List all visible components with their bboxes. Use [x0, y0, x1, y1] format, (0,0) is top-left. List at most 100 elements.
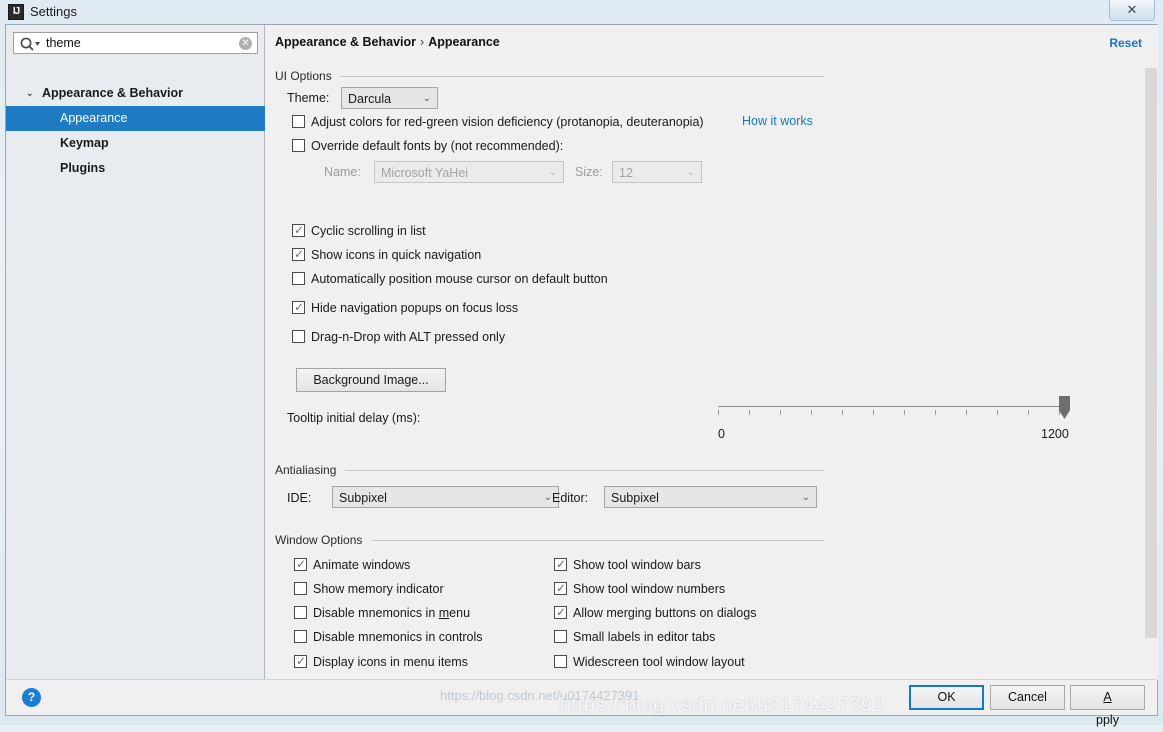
sidebar-item-label: Appearance	[60, 111, 128, 125]
slider-tick	[842, 410, 843, 415]
background-image-button[interactable]: Background Image...	[296, 368, 446, 392]
section-window-options: Window Options	[275, 533, 824, 547]
theme-value: Darcula	[348, 92, 392, 106]
checkbox-label: Show icons in quick navigation	[311, 248, 482, 262]
search-input[interactable]	[44, 33, 234, 53]
checkbox-box[interactable]: ✓	[294, 557, 307, 571]
font-size-dropdown[interactable]: 12 ⌄	[612, 161, 702, 183]
checkbox-box[interactable]	[292, 330, 305, 343]
scrollbar-thumb[interactable]	[1145, 68, 1157, 638]
slider-min-label: 0	[718, 427, 725, 441]
button-label: Cancel	[1008, 690, 1047, 704]
checkbox-box[interactable]: ✓	[554, 581, 567, 595]
how-it-works-link[interactable]: How it works	[742, 114, 813, 128]
breadcrumb-root[interactable]: Appearance & Behavior	[275, 35, 416, 49]
chevron-down-icon: ⌄	[686, 167, 695, 178]
checkbox-box[interactable]: ✓	[292, 300, 305, 314]
chevron-down-icon: ⌄	[801, 492, 810, 503]
checkbox-label: Disable mnemonics in menu	[313, 606, 471, 620]
checkbox-box[interactable]: ✓	[292, 247, 305, 261]
checkbox-box[interactable]	[554, 630, 567, 643]
font-size-value: 12	[619, 166, 633, 180]
ide-antialiasing-value: Subpixel	[339, 491, 387, 505]
tooltip-delay-slider[interactable]	[718, 406, 1066, 407]
settings-sidebar: ✕ ⌄ Appearance & Behavior Appearance Key…	[6, 25, 265, 680]
checkbox-box[interactable]	[554, 655, 567, 668]
section-antialiasing: Antialiasing	[275, 463, 824, 477]
editor-antialiasing-dropdown[interactable]: Subpixel ⌄	[604, 486, 817, 508]
close-icon[interactable]: ✕	[1109, 0, 1155, 21]
vertical-scrollbar[interactable]	[1144, 65, 1158, 680]
section-ui-options: UI Options	[275, 69, 824, 83]
checkbox-box[interactable]	[292, 139, 305, 152]
checkbox-label: Allow merging buttons on dialogs	[573, 606, 757, 620]
slider-thumb[interactable]	[1059, 396, 1070, 419]
slider-tick	[718, 410, 719, 415]
sidebar-item-label: Plugins	[60, 161, 106, 175]
sidebar-item-appearance-and-behavior[interactable]: ⌄ Appearance & Behavior	[6, 81, 265, 106]
checkbox-box[interactable]	[294, 630, 307, 643]
chevron-right-icon: ›	[420, 35, 425, 49]
window-title: Settings	[30, 4, 77, 19]
checkbox-box[interactable]	[292, 272, 305, 285]
checkbox-label: Disable mnemonics in controls	[313, 630, 483, 644]
background-watermark-top	[150, 2, 1150, 24]
sidebar-item-appearance[interactable]: Appearance	[6, 106, 265, 131]
check-icon: ✓	[294, 247, 305, 261]
button-label: Apply	[1096, 690, 1119, 727]
check-icon: ✓	[294, 300, 305, 314]
editor-antialiasing-label: Editor:	[552, 491, 589, 505]
slider-tick	[873, 410, 874, 415]
checkbox-label: Widescreen tool window layout	[573, 655, 745, 669]
slider-tick	[780, 410, 781, 415]
checkbox-box[interactable]	[294, 582, 307, 595]
slider-tick	[811, 410, 812, 415]
section-label: Window Options	[275, 533, 363, 547]
checkbox-box[interactable]: ✓	[292, 223, 305, 237]
theme-dropdown[interactable]: Darcula ⌄	[341, 87, 438, 109]
chevron-down-icon: ⌄	[422, 93, 431, 104]
checkbox-label: Animate windows	[313, 558, 411, 572]
sidebar-item-plugins[interactable]: Plugins	[6, 156, 265, 181]
checkbox-label: Show tool window bars	[573, 558, 701, 572]
sidebar-item-keymap[interactable]: Keymap	[6, 131, 265, 156]
checkbox-label: Show tool window numbers	[573, 582, 726, 596]
font-name-dropdown[interactable]: Microsoft YaHei ⌄	[374, 161, 564, 183]
settings-window: IJ Settings ✕ ✕ ⌄ Appearance & Behavior …	[0, 0, 1163, 727]
tooltip-delay-label: Tooltip initial delay (ms):	[287, 411, 421, 425]
ide-antialiasing-dropdown[interactable]: Subpixel ⌄	[332, 486, 559, 508]
search-icon[interactable]	[19, 36, 41, 52]
search-field[interactable]: ✕	[13, 32, 258, 54]
checkbox-label: Adjust colors for red-green vision defic…	[311, 115, 704, 129]
breadcrumb-current: Appearance	[428, 35, 500, 49]
button-label: Background Image...	[313, 373, 429, 387]
checkbox-box[interactable]	[294, 606, 307, 619]
help-icon[interactable]: ?	[22, 688, 41, 707]
divider	[345, 470, 824, 471]
reset-link[interactable]: Reset	[1109, 36, 1142, 50]
divider	[371, 540, 824, 541]
apply-button[interactable]: Apply	[1070, 685, 1145, 727]
checkbox-label: Show memory indicator	[313, 582, 444, 596]
close-icon[interactable]: ✕	[239, 37, 252, 50]
checkbox-box[interactable]	[292, 115, 305, 128]
chevron-down-icon[interactable]: ⌄	[26, 81, 34, 106]
checkbox-label: Hide navigation popups on focus loss	[311, 301, 519, 315]
ide-antialiasing-label: IDE:	[287, 491, 312, 505]
cancel-button[interactable]: Cancel	[990, 685, 1065, 710]
check-icon: ✓	[296, 654, 307, 668]
breadcrumb: Appearance & Behavior › Appearance	[275, 35, 500, 49]
checkbox-box[interactable]: ✓	[554, 557, 567, 571]
check-icon: ✓	[294, 223, 305, 237]
checkbox-box[interactable]: ✓	[554, 605, 567, 619]
slider-tick	[904, 410, 905, 415]
section-label: Antialiasing	[275, 463, 337, 477]
sidebar-item-label: Keymap	[60, 136, 109, 150]
chevron-down-icon: ⌄	[548, 167, 557, 178]
checkbox-box[interactable]: ✓	[294, 654, 307, 668]
editor-antialiasing-value: Subpixel	[611, 491, 659, 505]
ok-button[interactable]: OK	[909, 685, 984, 710]
button-label: OK	[937, 690, 956, 704]
font-name-value: Microsoft YaHei	[381, 166, 469, 180]
chevron-down-icon: ⌄	[543, 492, 552, 503]
